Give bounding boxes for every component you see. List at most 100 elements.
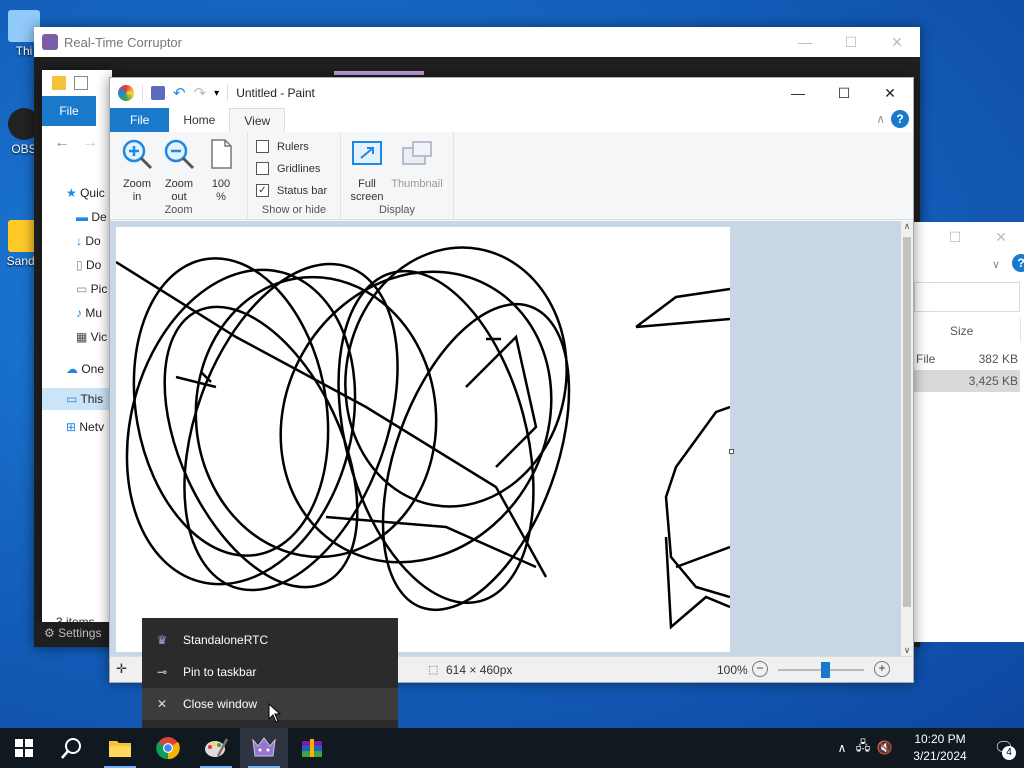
help-icon[interactable]: ?	[891, 110, 909, 128]
paint-window[interactable]: ↶ ↷ ▾ Untitled - Paint — ☐ ✕ File Home V…	[109, 77, 914, 683]
tab-file[interactable]: File	[110, 108, 170, 132]
chrome-icon	[156, 737, 180, 760]
selection-size-icon: ⬚	[428, 664, 439, 676]
rtc-app-icon	[252, 737, 276, 757]
scroll-down-icon: ∨	[903, 645, 911, 655]
paint-close-button[interactable]: ✕	[867, 78, 913, 108]
jump-list-app[interactable]: ♛ StandaloneRTC	[142, 624, 398, 656]
nav-downloads[interactable]: ↓ Do	[76, 234, 101, 248]
paint-minimize-button[interactable]: —	[775, 78, 821, 108]
close-button[interactable]: ✕	[874, 27, 920, 57]
taskbar-rtc[interactable]	[240, 728, 288, 768]
column-header-size[interactable]: Size	[950, 324, 973, 338]
close-icon: ✕	[156, 697, 168, 711]
drawing-canvas[interactable]	[116, 227, 730, 652]
minimize-button[interactable]: —	[782, 27, 828, 57]
mouse-cursor	[268, 703, 282, 723]
explorer-maximize-button[interactable]: ☐	[932, 222, 978, 252]
clock-time: 10:20 PM	[914, 732, 966, 746]
file-explorer-icon	[109, 741, 131, 757]
save-icon[interactable]	[151, 86, 165, 100]
tab-view[interactable]: View	[229, 108, 286, 132]
nav-onedrive[interactable]: ☁ One	[66, 362, 104, 376]
explorer-search-input[interactable]	[914, 282, 1020, 312]
chevron-down-icon[interactable]: ∨	[992, 258, 1000, 271]
volume-muted-icon[interactable]: 🔇	[874, 740, 896, 756]
canvas-area[interactable]	[110, 221, 905, 658]
search-button[interactable]	[48, 728, 96, 768]
taskbar-file-explorer[interactable]	[96, 728, 144, 768]
clock-date: 3/21/2024	[913, 749, 967, 763]
rulers-checkbox[interactable]: Rulers	[256, 140, 309, 153]
scroll-up-icon: ∧	[903, 221, 911, 231]
nav-network[interactable]: ⊞ Netv	[66, 420, 104, 434]
network-icon[interactable]: 🖧	[852, 737, 874, 759]
maximize-button[interactable]: ☐	[828, 27, 874, 57]
help-icon[interactable]: ?	[1012, 254, 1024, 272]
canvas-size-text: 614 × 460px	[446, 663, 513, 677]
customize-quick-access-icon[interactable]: ▾	[214, 88, 219, 99]
table-row[interactable]: 3,425 KB	[914, 370, 1020, 392]
gridlines-box	[256, 162, 269, 175]
explorer-close-button[interactable]: ✕	[978, 222, 1024, 252]
redo-icon[interactable]: ↷	[194, 84, 207, 102]
full-screen-icon	[352, 141, 382, 165]
rulers-box	[256, 140, 269, 153]
rtc-app-icon	[42, 34, 58, 50]
taskbar-winrar[interactable]	[288, 728, 336, 768]
scroll-thumb[interactable]	[903, 237, 911, 607]
zoom-in-small-button[interactable]: +	[874, 661, 890, 677]
statusbar-checkbox[interactable]: ✓ Status bar	[256, 184, 327, 197]
search-icon	[61, 738, 81, 759]
nav-pictures[interactable]: ▭ Pic	[76, 282, 107, 296]
thumbnail-button[interactable]: Thumbnail	[387, 138, 447, 191]
clock[interactable]: 10:20 PM 3/21/2024	[896, 731, 984, 765]
paint-titlebar[interactable]: ↶ ↷ ▾ Untitled - Paint — ☐ ✕	[110, 78, 913, 108]
resize-handle[interactable]	[729, 449, 734, 454]
zoom-in-button[interactable]: Zoom in	[118, 138, 156, 204]
zoom-slider[interactable]	[778, 662, 864, 678]
undo-icon[interactable]: ↶	[173, 84, 186, 102]
rtc-titlebar[interactable]: Real-Time Corruptor — ☐ ✕	[34, 27, 920, 57]
gear-icon: ⚙	[44, 626, 59, 640]
explorer-file-tab[interactable]: File	[42, 96, 96, 126]
explorer-window-right[interactable]: ☐ ✕ ∨ ? Size File 382 KB 3,425 KB	[912, 222, 1024, 642]
zoom-group: Zoom in Zoom out 100% Zoom	[110, 132, 248, 220]
zoom-100-button[interactable]: 100%	[202, 138, 240, 204]
nav-documents[interactable]: ▯ Do	[76, 258, 101, 272]
gridlines-checkbox[interactable]: Gridlines	[256, 162, 320, 175]
action-center-button[interactable]: 🗨 4	[984, 728, 1024, 768]
table-row[interactable]: File 382 KB	[914, 348, 1020, 370]
nav-videos[interactable]: ▦ Vic	[76, 330, 107, 344]
rtc-app-icon: ♛	[156, 633, 168, 647]
taskbar: ∧ 🖧 🔇 10:20 PM 3/21/2024 🗨 4	[0, 728, 1024, 768]
explorer-window[interactable]: File ← → ★ Quic ▬ De ↓ Do ▯ Do ▭ Pic ♪ M…	[42, 70, 112, 640]
zoom-out-button[interactable]: Zoom out	[160, 138, 198, 204]
tab-home[interactable]: Home	[169, 108, 229, 132]
ribbon: Zoom in Zoom out 100% Zoom Rulers Gridline…	[110, 132, 913, 220]
display-group-label: Display	[378, 204, 416, 216]
collapse-ribbon-icon[interactable]: ∧	[876, 112, 885, 126]
zoom-out-small-button[interactable]: −	[752, 661, 768, 677]
cursor-position-icon: ✛	[116, 661, 127, 676]
nav-desktop[interactable]: ▬ De	[76, 210, 107, 224]
zoom-out-icon	[164, 139, 195, 170]
nav-quick-access[interactable]: ★ Quic	[66, 186, 105, 200]
pin-to-taskbar-item[interactable]: ⊸ Pin to taskbar	[142, 656, 398, 688]
nav-this-pc[interactable]: ▭ This	[42, 388, 112, 410]
taskbar-chrome[interactable]	[144, 728, 192, 768]
full-screen-button[interactable]: Full screen	[347, 138, 387, 204]
nav-music[interactable]: ♪ Mu	[76, 306, 102, 320]
taskbar-paint[interactable]	[192, 728, 240, 768]
page-100-icon	[211, 139, 232, 169]
winrar-icon	[302, 739, 322, 757]
display-group: Full screen Thumbnail Display	[341, 132, 454, 220]
vertical-scrollbar[interactable]: ∧ ∨	[901, 221, 913, 658]
paint-maximize-button[interactable]: ☐	[821, 78, 867, 108]
back-arrow-icon[interactable]: ←	[54, 134, 70, 152]
forward-arrow-icon[interactable]: →	[82, 134, 98, 152]
zoom-slider-thumb[interactable]	[821, 662, 831, 678]
folder-icon	[52, 76, 66, 90]
show-hidden-icons-icon[interactable]: ∧	[832, 741, 852, 755]
start-button[interactable]	[0, 728, 48, 768]
